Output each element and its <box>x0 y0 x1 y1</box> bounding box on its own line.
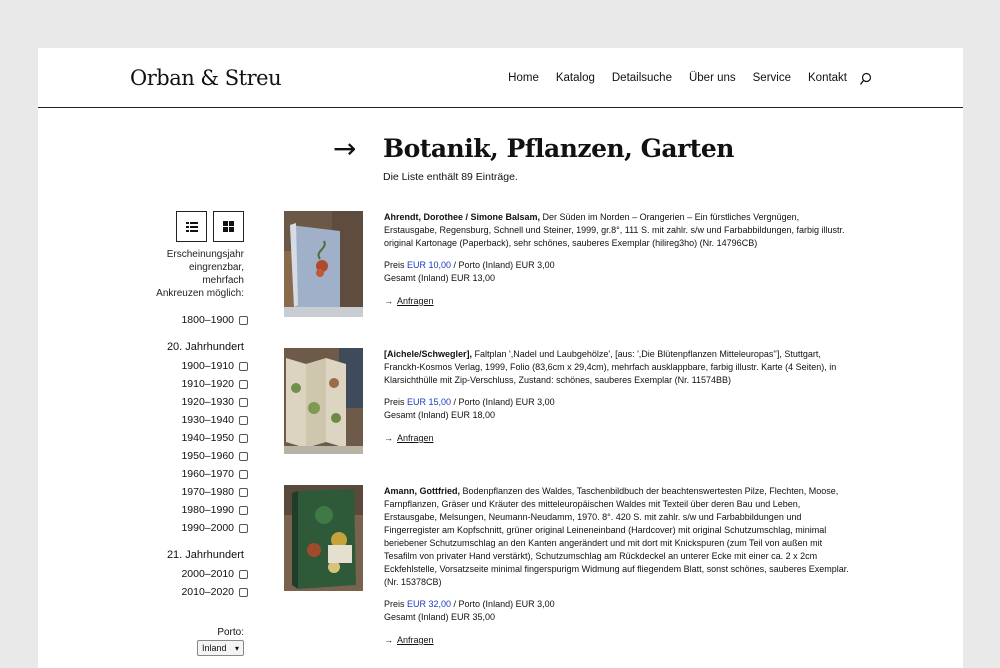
checkbox[interactable] <box>239 397 248 407</box>
year-filter-1990-2000[interactable]: 1990–2000 <box>148 519 248 537</box>
checkbox[interactable] <box>239 379 248 389</box>
total-line: Gesamt (Inland) EUR 18,00 <box>384 410 496 420</box>
title-row: → Botanik, Pflanzen, Garten <box>333 132 734 165</box>
price-line: Preis EUR 32,00 / Porto (Inland) EUR 3,0… <box>384 599 555 609</box>
porto-select[interactable]: Inland ▾ <box>197 640 244 656</box>
arrow-right-icon: → <box>384 296 393 306</box>
nav-kontakt[interactable]: Kontakt <box>808 72 847 84</box>
year-filter-1940-1950[interactable]: 1940–1950 <box>148 429 248 447</box>
arrow-right-icon: → <box>333 132 357 165</box>
page-title: Botanik, Pflanzen, Garten <box>383 134 734 163</box>
chevron-down-icon: ▾ <box>234 643 239 653</box>
entry-text: Amann, Gottfried, Bodenpflanzen des Wald… <box>384 485 854 647</box>
arrow-right-icon: → <box>384 433 393 443</box>
year-filter-1950-1960[interactable]: 1950–1960 <box>148 447 248 465</box>
checkbox[interactable] <box>239 569 248 579</box>
arrow-right-icon: → <box>384 635 393 645</box>
filter-note: Erscheinungsjahr eingrenzbar, mehrfach A… <box>156 249 244 299</box>
checkbox[interactable] <box>239 361 248 371</box>
checkbox[interactable] <box>239 315 248 325</box>
year-filter-2010-2020[interactable]: 2010–2020 <box>148 583 248 601</box>
checkbox[interactable] <box>239 523 248 533</box>
inquire-link[interactable]: → Anfragen <box>384 634 854 647</box>
filter-sidebar: Erscheinungsjahr eingrenzbar, mehrfach A… <box>148 211 248 656</box>
search-icon[interactable] <box>859 72 873 86</box>
grid-view-button[interactable] <box>213 211 244 242</box>
grid-view-icon <box>223 221 234 232</box>
entry-text: [Aichele/Schwegler], Faltplan ',Nadel un… <box>384 348 854 445</box>
checkbox[interactable] <box>239 487 248 497</box>
year-filter-1980-1990[interactable]: 1980–1990 <box>148 501 248 519</box>
nav-detailsuche[interactable]: Detailsuche <box>612 72 672 84</box>
checkbox[interactable] <box>239 587 248 597</box>
price-line: Preis EUR 15,00 / Porto (Inland) EUR 3,0… <box>384 397 555 407</box>
year-filter-1960-1970[interactable]: 1960–1970 <box>148 465 248 483</box>
book-cover-image[interactable] <box>284 348 363 454</box>
list-view-icon <box>185 221 198 232</box>
century-heading-20: 20. Jahrhundert <box>166 341 244 353</box>
year-filter-1800-1900[interactable]: 1800–1900 <box>148 311 248 329</box>
year-filter-1930-1940[interactable]: 1930–1940 <box>148 411 248 429</box>
porto-label: Porto: <box>217 627 244 638</box>
book-cover-image[interactable] <box>284 211 363 317</box>
nav-ueber-uns[interactable]: Über uns <box>689 72 736 84</box>
year-filter-1910-1920[interactable]: 1910–1920 <box>148 375 248 393</box>
century-heading-21: 21. Jahrhundert <box>166 549 244 561</box>
book-cover-image[interactable] <box>284 485 363 591</box>
checkbox[interactable] <box>239 451 248 461</box>
total-line: Gesamt (Inland) EUR 35,00 <box>384 612 496 622</box>
checkbox[interactable] <box>239 433 248 443</box>
nav-katalog[interactable]: Katalog <box>556 72 595 84</box>
list-view-button[interactable] <box>176 211 207 242</box>
total-line: Gesamt (Inland) EUR 13,00 <box>384 273 496 283</box>
entry-text: Ahrendt, Dorothee / Simone Balsam, Der S… <box>384 211 854 308</box>
year-filter-2000-2010[interactable]: 2000–2010 <box>148 565 248 583</box>
checkbox[interactable] <box>239 415 248 425</box>
site-logo[interactable]: Orban & Streu <box>130 66 282 90</box>
year-filter-1970-1980[interactable]: 1970–1980 <box>148 483 248 501</box>
year-filter-1920-1930[interactable]: 1920–1930 <box>148 393 248 411</box>
price-line: Preis EUR 10,00 / Porto (Inland) EUR 3,0… <box>384 260 555 270</box>
site-header: Orban & Streu Home Katalog Detailsuche Ü… <box>38 48 963 108</box>
checkbox[interactable] <box>239 469 248 479</box>
year-filter-1900-1910[interactable]: 1900–1910 <box>148 357 248 375</box>
nav-service[interactable]: Service <box>753 72 791 84</box>
checkbox[interactable] <box>239 505 248 515</box>
inquire-link[interactable]: → Anfragen <box>384 432 854 445</box>
main-nav: Home Katalog Detailsuche Über uns Servic… <box>508 72 847 84</box>
entry-count: Die Liste enthält 89 Einträge. <box>383 171 518 183</box>
inquire-link[interactable]: → Anfragen <box>384 295 854 308</box>
view-switch <box>148 211 244 242</box>
nav-home[interactable]: Home <box>508 72 539 84</box>
page-card: Orban & Streu Home Katalog Detailsuche Ü… <box>38 48 963 668</box>
